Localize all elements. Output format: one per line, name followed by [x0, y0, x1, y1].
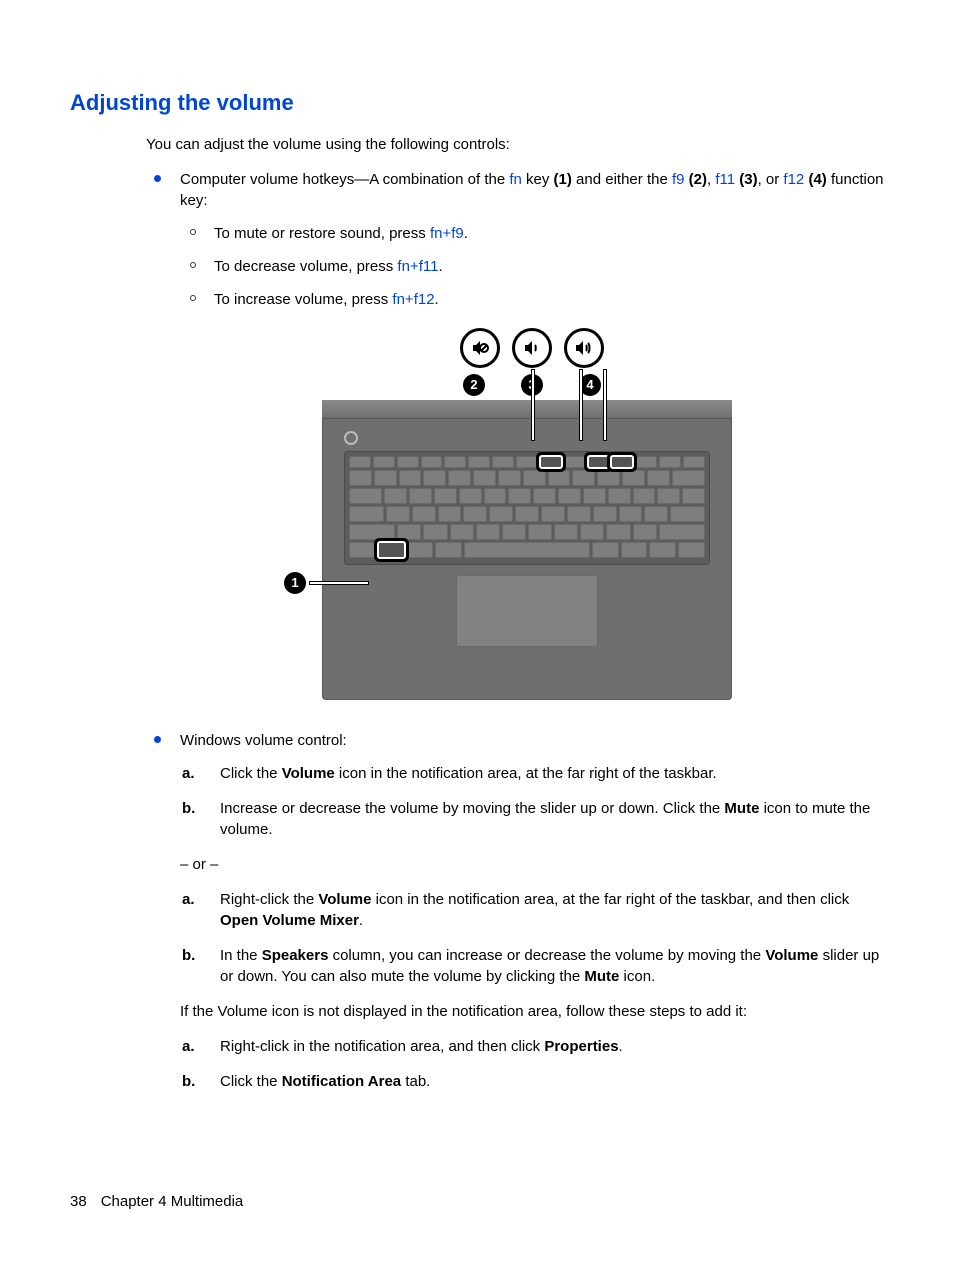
callout-ref-4: (4) [808, 171, 826, 188]
text: . [464, 225, 468, 242]
text: Right-click the [220, 891, 318, 908]
sub-increase: To increase volume, press fn+f12. [180, 289, 884, 310]
text: icon in the notification area, at the fa… [371, 891, 849, 908]
step-marker: b. [182, 798, 195, 819]
f12-link: f12 [783, 171, 804, 188]
chapter-label: Chapter 4 Multimedia [101, 1193, 244, 1210]
bold-term: Properties [544, 1038, 618, 1055]
callout-ref-3: (3) [735, 171, 758, 188]
or-separator: – or – [180, 854, 884, 875]
text: . [438, 258, 442, 275]
text: To mute or restore sound, press [214, 225, 430, 242]
fn-key-link: fn [509, 171, 522, 188]
intro-text: You can adjust the volume using the foll… [146, 134, 884, 155]
step-a2: a. Right-click the Volume icon in the not… [180, 889, 884, 931]
sub-decrease: To decrease volume, press fn+f11. [180, 256, 884, 277]
text: tab. [401, 1073, 430, 1090]
text: Increase or decrease the volume by movin… [220, 800, 724, 817]
section-heading: Adjusting the volume [70, 90, 884, 116]
hotkey-link: fn+f12 [392, 291, 434, 308]
text: , or [758, 171, 784, 188]
bold-term: Volume [318, 891, 371, 908]
f11-link: f11 [715, 171, 735, 188]
bold-term: Open Volume Mixer [220, 912, 359, 929]
text: . [435, 291, 439, 308]
text: In the [220, 947, 262, 964]
f9-key [540, 456, 562, 468]
if-not-text: If the Volume icon is not displayed in t… [180, 1001, 884, 1022]
touchpad [456, 575, 598, 647]
callout-4: 4 [579, 374, 601, 396]
text: icon. [619, 968, 655, 985]
bold-term: Volume [282, 765, 335, 782]
step-b1: b. Increase or decrease the volume by mov… [180, 798, 884, 840]
text: key [522, 171, 554, 188]
text: To increase volume, press [214, 291, 392, 308]
text: Click the [220, 765, 282, 782]
text: . [619, 1038, 623, 1055]
text: Computer volume hotkeys—A combination of… [180, 171, 509, 188]
step-a1: a. Click the Volume icon in the notificat… [180, 763, 884, 784]
hotkey-link: fn+f9 [430, 225, 464, 242]
power-button-icon [344, 431, 358, 445]
step-a3: a. Right-click in the notification area, … [180, 1036, 884, 1057]
keyboard-illustration: 2 3 4 [322, 328, 742, 700]
page-footer: 38 Chapter 4 Multimedia [70, 1193, 243, 1210]
step-b3: b. Click the Notification Area tab. [180, 1071, 884, 1092]
bold-term: Notification Area [282, 1073, 401, 1090]
step-marker: a. [182, 889, 195, 910]
laptop-graphic: 1 [322, 400, 732, 700]
callout-ref-1: (1) [554, 171, 572, 188]
f9-link: f9 [672, 171, 685, 188]
bullet-windows: Windows volume control: a. Click the Volu… [146, 730, 884, 1092]
step-marker: b. [182, 945, 195, 966]
sub-mute: To mute or restore sound, press fn+f9. [180, 223, 884, 244]
fn-key [378, 542, 405, 558]
hotkey-link: fn+f11 [397, 258, 438, 275]
callout-2: 2 [463, 374, 485, 396]
step-marker: a. [182, 763, 195, 784]
text: Windows volume control: [180, 732, 347, 749]
volume-up-icon [564, 328, 604, 368]
step-b2: b. In the Speakers column, you can increa… [180, 945, 884, 987]
bold-term: Mute [724, 800, 759, 817]
text: Right-click in the notification area, an… [220, 1038, 544, 1055]
callout-ref-2: (2) [684, 171, 707, 188]
bold-term: Mute [584, 968, 619, 985]
text: Click the [220, 1073, 282, 1090]
step-marker: b. [182, 1071, 195, 1092]
step-marker: a. [182, 1036, 195, 1057]
bold-term: Volume [765, 947, 818, 964]
text: column, you can increase or decrease the… [328, 947, 765, 964]
text: To decrease volume, press [214, 258, 397, 275]
f12-key [611, 456, 633, 468]
text: . [359, 912, 363, 929]
callout-1: 1 [284, 572, 306, 594]
page-number: 38 [70, 1193, 87, 1210]
text: icon in the notification area, at the fa… [335, 765, 717, 782]
mute-icon [460, 328, 500, 368]
bullet-hotkeys: Computer volume hotkeys—A combination of… [146, 169, 884, 700]
volume-down-icon [512, 328, 552, 368]
bold-term: Speakers [262, 947, 329, 964]
text: and either the [572, 171, 672, 188]
f11-key [588, 456, 610, 468]
